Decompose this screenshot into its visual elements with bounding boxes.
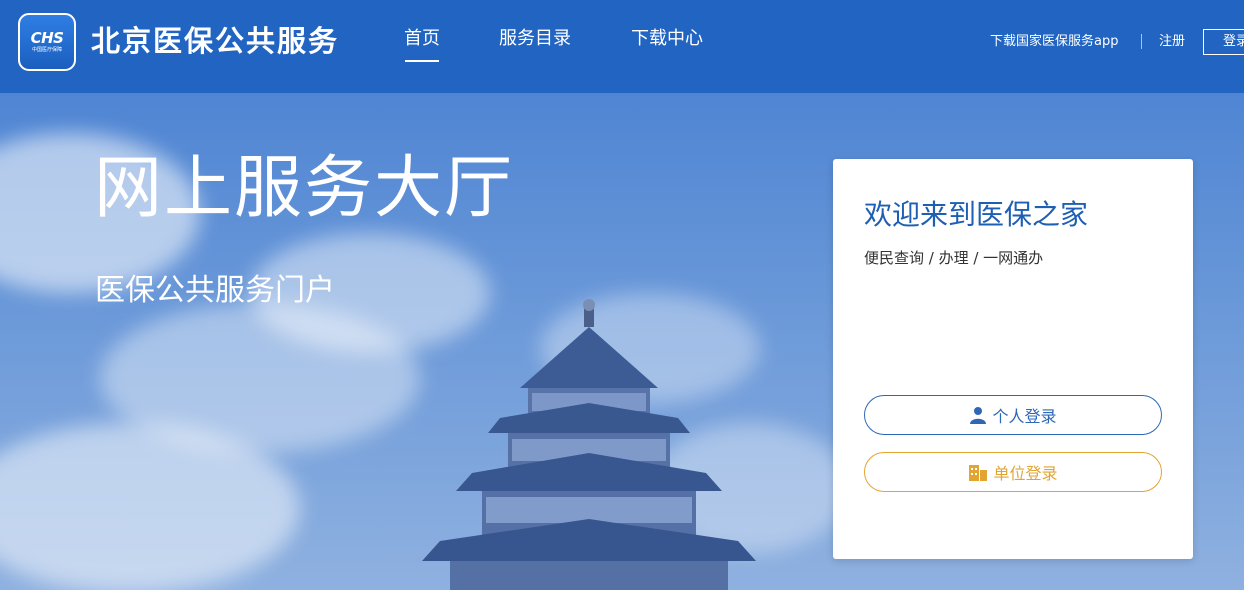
register-link[interactable]: 注册 bbox=[1159, 33, 1185, 51]
welcome-card: 欢迎来到医保之家 便民查询 / 办理 / 一网通办 个人登录 单位登录 bbox=[833, 159, 1193, 559]
personal-login-label: 个人登录 bbox=[992, 407, 1057, 426]
login-button[interactable]: 登录 bbox=[1203, 29, 1244, 55]
company-login-label: 单位登录 bbox=[993, 464, 1058, 483]
company-login-button[interactable]: 单位登录 bbox=[864, 452, 1162, 492]
welcome-title: 欢迎来到医保之家 bbox=[864, 198, 1089, 231]
building-icon bbox=[969, 465, 988, 481]
download-app-link[interactable]: 下载国家医保服务app bbox=[990, 33, 1118, 51]
chs-logo[interactable]: CHS 中国医疗保障 bbox=[18, 13, 76, 71]
personal-login-button[interactable]: 个人登录 bbox=[864, 395, 1162, 435]
site-title[interactable]: 北京医保公共服务 bbox=[91, 21, 339, 61]
header-divider bbox=[1141, 34, 1142, 49]
nav-active-indicator bbox=[405, 60, 439, 62]
person-icon bbox=[970, 407, 987, 424]
hero-title: 网上服务大厅 bbox=[94, 149, 515, 228]
logo-subtext: 中国医疗保障 bbox=[31, 47, 62, 53]
top-header: CHS 中国医疗保障 北京医保公共服务 首页 服务目录 下载中心 下载国家医保服… bbox=[0, 0, 1244, 93]
nav-service-catalog[interactable]: 服务目录 bbox=[499, 26, 571, 52]
welcome-subtitle: 便民查询 / 办理 / 一网通办 bbox=[864, 249, 1044, 267]
hero-subtitle: 医保公共服务门户 bbox=[95, 273, 335, 308]
nav-home[interactable]: 首页 bbox=[404, 26, 440, 52]
logo-mark: CHS bbox=[30, 29, 64, 47]
temple-of-heaven-illustration bbox=[422, 299, 756, 590]
nav-download-center[interactable]: 下载中心 bbox=[631, 26, 703, 52]
